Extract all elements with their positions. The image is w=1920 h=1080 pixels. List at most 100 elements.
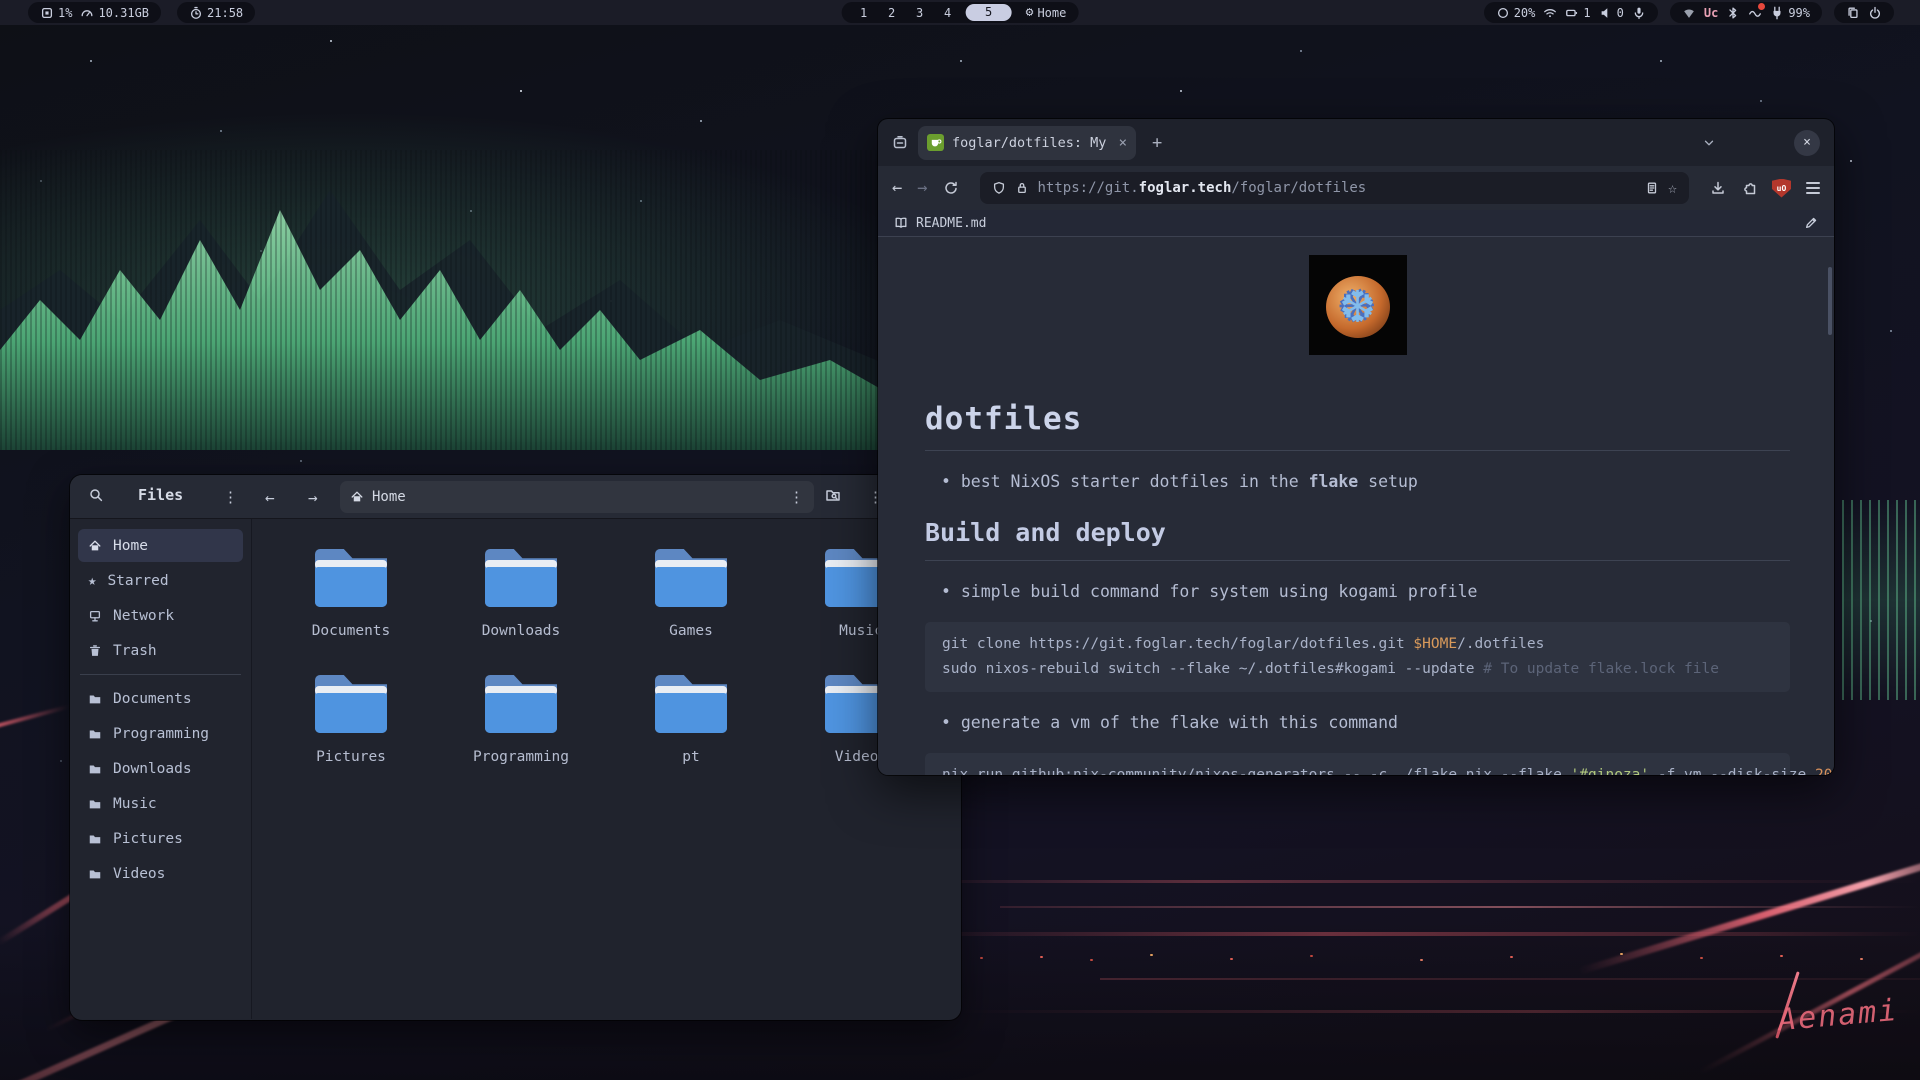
sidebar-item-trash[interactable]: Trash — [78, 634, 243, 667]
folder-item-pt[interactable]: pt — [606, 675, 776, 765]
sidebar-item-videos[interactable]: Videos — [78, 857, 243, 890]
lock-icon — [1015, 181, 1029, 195]
back-button[interactable]: ← — [265, 488, 275, 507]
folder-icon — [88, 832, 102, 846]
gitea-favicon — [927, 134, 944, 151]
tracking-shield-icon[interactable] — [992, 181, 1006, 195]
microphone-indicator[interactable] — [1632, 6, 1646, 20]
extensions-puzzle-icon[interactable] — [1741, 180, 1757, 196]
clipboard-button[interactable] — [1846, 6, 1860, 20]
browser-window: foglar/dotfiles: My × + × ← → https://gi… — [878, 119, 1834, 775]
readme-bullet-build: simple build command for system using ko… — [925, 582, 1790, 601]
glitch-line — [900, 880, 1920, 883]
reload-icon[interactable] — [943, 180, 959, 196]
app-menu-button[interactable]: ⋮ — [223, 488, 238, 506]
book-icon — [894, 216, 908, 230]
volume-indicator[interactable]: 0 — [1599, 6, 1624, 20]
files-sidebar: Home ★ Starred Network Trash Documents — [70, 519, 252, 1019]
path-bar[interactable]: Home ⋮ — [340, 481, 814, 513]
new-tab-button[interactable]: + — [1152, 133, 1162, 153]
folder-item-games[interactable]: Games — [606, 549, 776, 639]
search-button[interactable] — [88, 487, 104, 503]
browser-tab[interactable]: foglar/dotfiles: My × — [918, 126, 1136, 160]
firefox-view-icon[interactable] — [892, 135, 908, 151]
forward-button[interactable]: → — [308, 488, 318, 507]
bluetooth-icon — [1726, 6, 1740, 20]
workspace-4[interactable]: 4 — [938, 6, 958, 20]
folder-icon — [655, 549, 727, 607]
sidebar-item-music[interactable]: Music — [78, 787, 243, 820]
brightness-icon — [1496, 6, 1510, 20]
menu-hamburger-icon[interactable] — [1806, 182, 1820, 194]
search-icon — [88, 487, 104, 503]
readme-bullet-vm: generate a vm of the flake with this com… — [925, 713, 1790, 732]
reader-mode-icon[interactable] — [1645, 181, 1659, 195]
scrollbar-thumb[interactable] — [1828, 267, 1832, 335]
app-title: Files — [138, 486, 183, 504]
power-button[interactable] — [1868, 6, 1882, 20]
star-icon: ★ — [88, 573, 96, 589]
sidebar-item-documents[interactable]: Documents — [78, 682, 243, 715]
readme-header: README.md — [878, 210, 1834, 237]
tab-bar: foglar/dotfiles: My × + × — [878, 119, 1834, 166]
device-battery[interactable]: 1 — [1565, 6, 1590, 20]
folder-item-downloads[interactable]: Downloads — [436, 549, 606, 639]
readme-title: dotfiles — [925, 401, 1790, 437]
folder-item-pictures[interactable]: Pictures — [266, 675, 436, 765]
folder-icon — [88, 762, 102, 776]
bookmark-star-icon[interactable]: ☆ — [1668, 179, 1677, 197]
window-close-button[interactable]: × — [1794, 130, 1820, 156]
workspace-3[interactable]: 3 — [910, 6, 930, 20]
tray-app-uc[interactable]: Uc — [1704, 6, 1718, 20]
tray-notify[interactable] — [1748, 6, 1762, 20]
glitch-line — [1000, 906, 1920, 908]
controls-pill: 20% 1 0 — [1484, 2, 1658, 23]
folder-icon — [88, 692, 102, 706]
folder-icon — [485, 675, 557, 733]
brightness-indicator[interactable]: 20% — [1496, 6, 1536, 20]
workspace-1[interactable]: 1 — [854, 6, 874, 20]
edit-pencil-icon[interactable] — [1804, 216, 1818, 230]
wifi-icon — [1543, 6, 1557, 20]
folder-icon — [315, 549, 387, 607]
downloads-icon[interactable] — [1710, 180, 1726, 196]
path-menu-button[interactable]: ⋮ — [789, 488, 804, 506]
tray-network[interactable] — [1682, 6, 1696, 20]
tab-close-icon[interactable]: × — [1119, 135, 1127, 151]
microphone-icon — [1632, 6, 1646, 20]
cpu-usage: 1% — [40, 6, 72, 20]
clipboard-icon — [1846, 6, 1860, 20]
folder-item-programming[interactable]: Programming — [436, 675, 606, 765]
nav-back-button[interactable]: ← — [892, 178, 902, 198]
nav-forward-button[interactable]: → — [917, 178, 927, 198]
home-icon — [350, 490, 364, 504]
nixos-logo-image: ❆ ❆ — [1309, 255, 1407, 355]
code-block-clone: git clone https://git.foglar.tech/foglar… — [925, 622, 1790, 692]
sidebar-item-starred[interactable]: ★ Starred — [78, 564, 243, 597]
sidebar-item-pictures[interactable]: Pictures — [78, 822, 243, 855]
sidebar-item-downloads[interactable]: Downloads — [78, 752, 243, 785]
workspace-2[interactable]: 2 — [882, 6, 902, 20]
tray-pill: Uc 99% — [1670, 2, 1822, 23]
readme-filename: README.md — [916, 216, 986, 231]
power-icon — [1868, 6, 1882, 20]
gear-icon: ⚙ — [1026, 5, 1034, 20]
url-bar[interactable]: https://git.foglar.tech/foglar/dotfiles … — [980, 172, 1690, 204]
session-pill — [1834, 2, 1894, 23]
workspace-5-active[interactable]: 5 — [966, 4, 1012, 21]
snowflake-front: ❆ — [1309, 255, 1407, 351]
search-in-folder-button[interactable] — [825, 487, 841, 503]
list-tabs-chevron-icon[interactable] — [1702, 136, 1716, 150]
sidebar-item-home[interactable]: Home — [78, 529, 243, 562]
wifi-indicator[interactable] — [1543, 6, 1557, 20]
files-headerbar: Files ⋮ ← → Home ⋮ ⋮ — [70, 475, 961, 519]
folder-item-documents[interactable]: Documents — [266, 549, 436, 639]
readme-bullet-intro: best NixOS starter dotfiles in the flake… — [925, 472, 1790, 491]
layout-mode[interactable]: ⚙ Home — [1026, 5, 1067, 20]
sidebar-item-network[interactable]: Network — [78, 599, 243, 632]
battery-indicator[interactable]: 99% — [1770, 6, 1810, 20]
readme-content: ❆ ❆ dotfiles best NixOS starter dotfiles… — [878, 237, 1834, 775]
sidebar-item-programming[interactable]: Programming — [78, 717, 243, 750]
tray-bluetooth[interactable] — [1726, 6, 1740, 20]
ublock-origin-icon[interactable]: uO — [1772, 179, 1791, 198]
